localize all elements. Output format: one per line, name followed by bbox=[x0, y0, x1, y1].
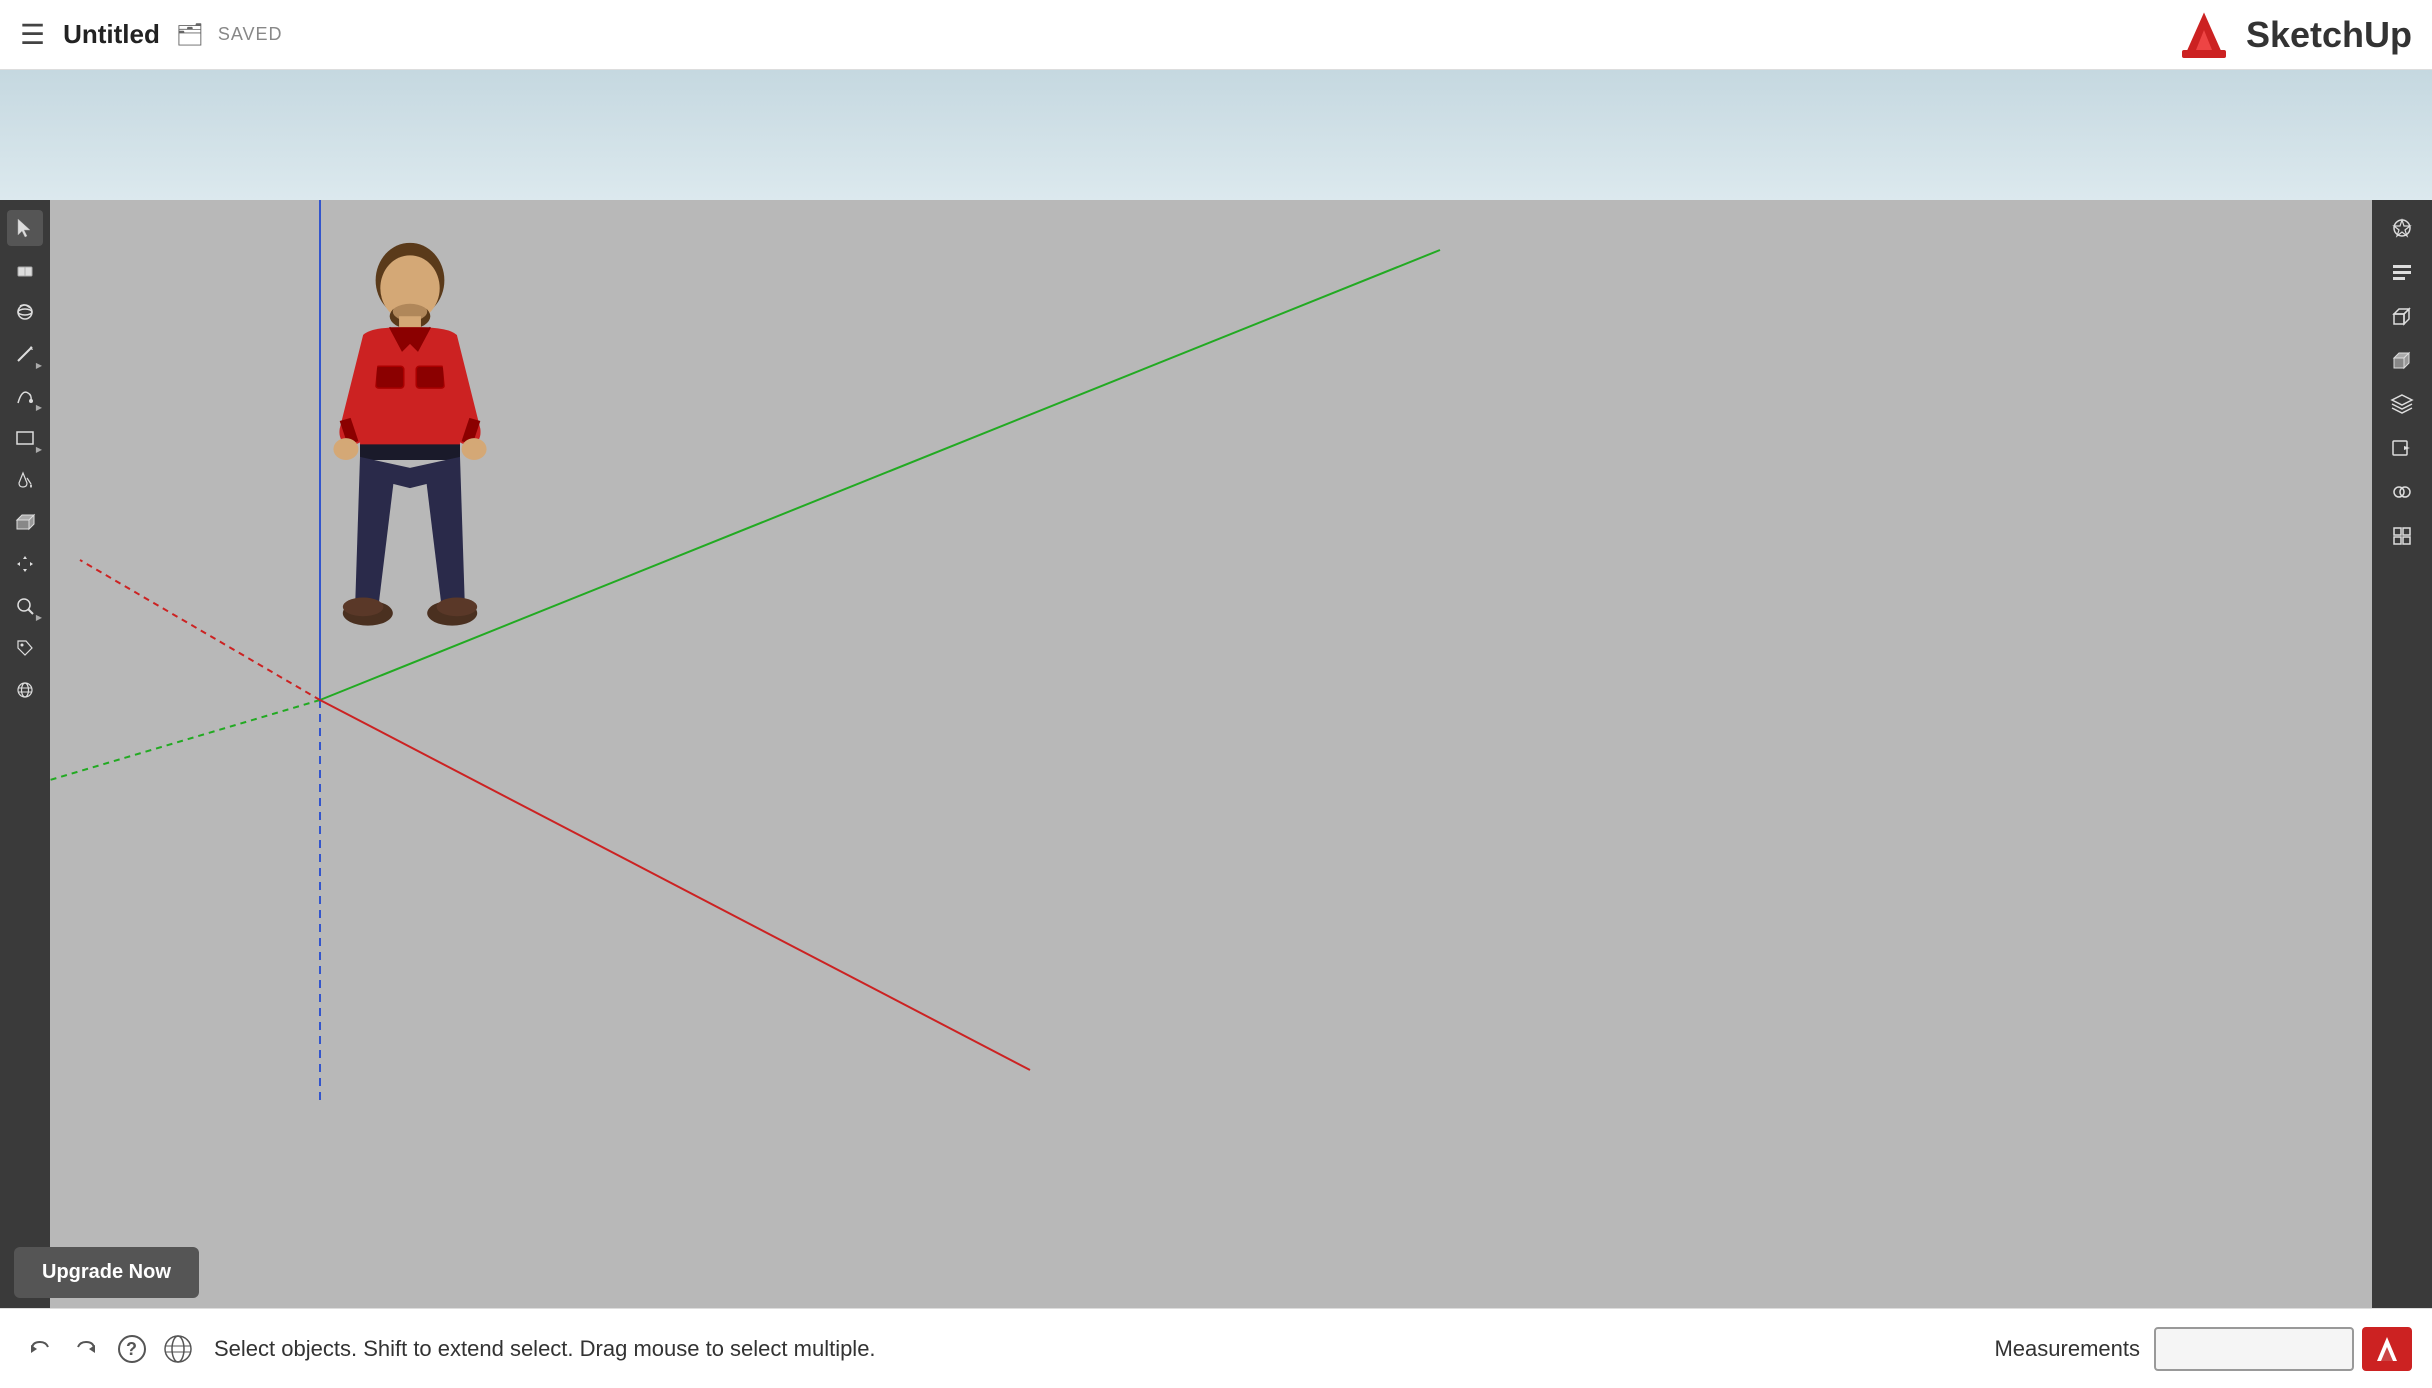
upgrade-now-button[interactable]: Upgrade Now bbox=[14, 1247, 199, 1298]
sketchup-bottom-icon bbox=[2362, 1327, 2412, 1371]
tool-select[interactable] bbox=[7, 210, 43, 246]
sketchup-logo: SketchUp bbox=[2174, 5, 2412, 65]
tool-push-pull[interactable] bbox=[7, 504, 43, 540]
measurements-label: Measurements bbox=[1994, 1336, 2140, 1362]
svg-text:?: ? bbox=[126, 1339, 137, 1359]
tool-orbit[interactable] bbox=[7, 294, 43, 330]
header: ☰ Untitled 🗂 SAVED SketchUp bbox=[0, 0, 2432, 70]
viewport-canvas[interactable] bbox=[50, 200, 2432, 1308]
tool-styles[interactable] bbox=[2384, 210, 2420, 246]
tool-rectangle[interactable]: ▶ bbox=[7, 420, 43, 456]
tool-extension[interactable] bbox=[2384, 518, 2420, 554]
tool-layers[interactable] bbox=[2384, 386, 2420, 422]
menu-button[interactable]: ☰ bbox=[20, 18, 45, 51]
undo-button[interactable] bbox=[20, 1329, 60, 1369]
tool-move[interactable] bbox=[7, 546, 43, 582]
sketchup-logo-icon bbox=[2174, 5, 2234, 65]
tool-components[interactable] bbox=[2384, 298, 2420, 334]
logo-text: SketchUp bbox=[2246, 14, 2412, 56]
tool-measure[interactable]: ▶ bbox=[7, 588, 43, 624]
right-toolbar bbox=[2372, 200, 2432, 1308]
location-button[interactable] bbox=[158, 1329, 198, 1369]
tool-paint[interactable] bbox=[7, 462, 43, 498]
tool-xray[interactable] bbox=[2384, 474, 2420, 510]
redo-button[interactable] bbox=[66, 1329, 106, 1369]
left-toolbar: ▶ ▶ ▶ bbox=[0, 200, 50, 1308]
tool-scenes[interactable] bbox=[2384, 430, 2420, 466]
tool-freehand[interactable]: ▶ bbox=[7, 378, 43, 414]
person-figure bbox=[310, 210, 510, 710]
tool-tag[interactable] bbox=[7, 630, 43, 666]
bottom-bar: ? Select objects. Shift to extend select… bbox=[0, 1308, 2432, 1388]
help-button[interactable]: ? bbox=[112, 1329, 152, 1369]
tool-entity-info[interactable] bbox=[2384, 254, 2420, 290]
file-icon[interactable]: 🗂 bbox=[176, 22, 204, 48]
status-message: Select objects. Shift to extend select. … bbox=[214, 1336, 1994, 1362]
sky-area bbox=[0, 70, 2432, 200]
tool-eraser[interactable] bbox=[7, 252, 43, 288]
tool-line[interactable]: ▶ bbox=[7, 336, 43, 372]
saved-badge: SAVED bbox=[218, 24, 283, 45]
measurements-input[interactable] bbox=[2154, 1327, 2354, 1371]
tool-solid-inspector[interactable] bbox=[2384, 342, 2420, 378]
tool-location[interactable] bbox=[7, 672, 43, 708]
document-title: Untitled bbox=[63, 19, 160, 50]
